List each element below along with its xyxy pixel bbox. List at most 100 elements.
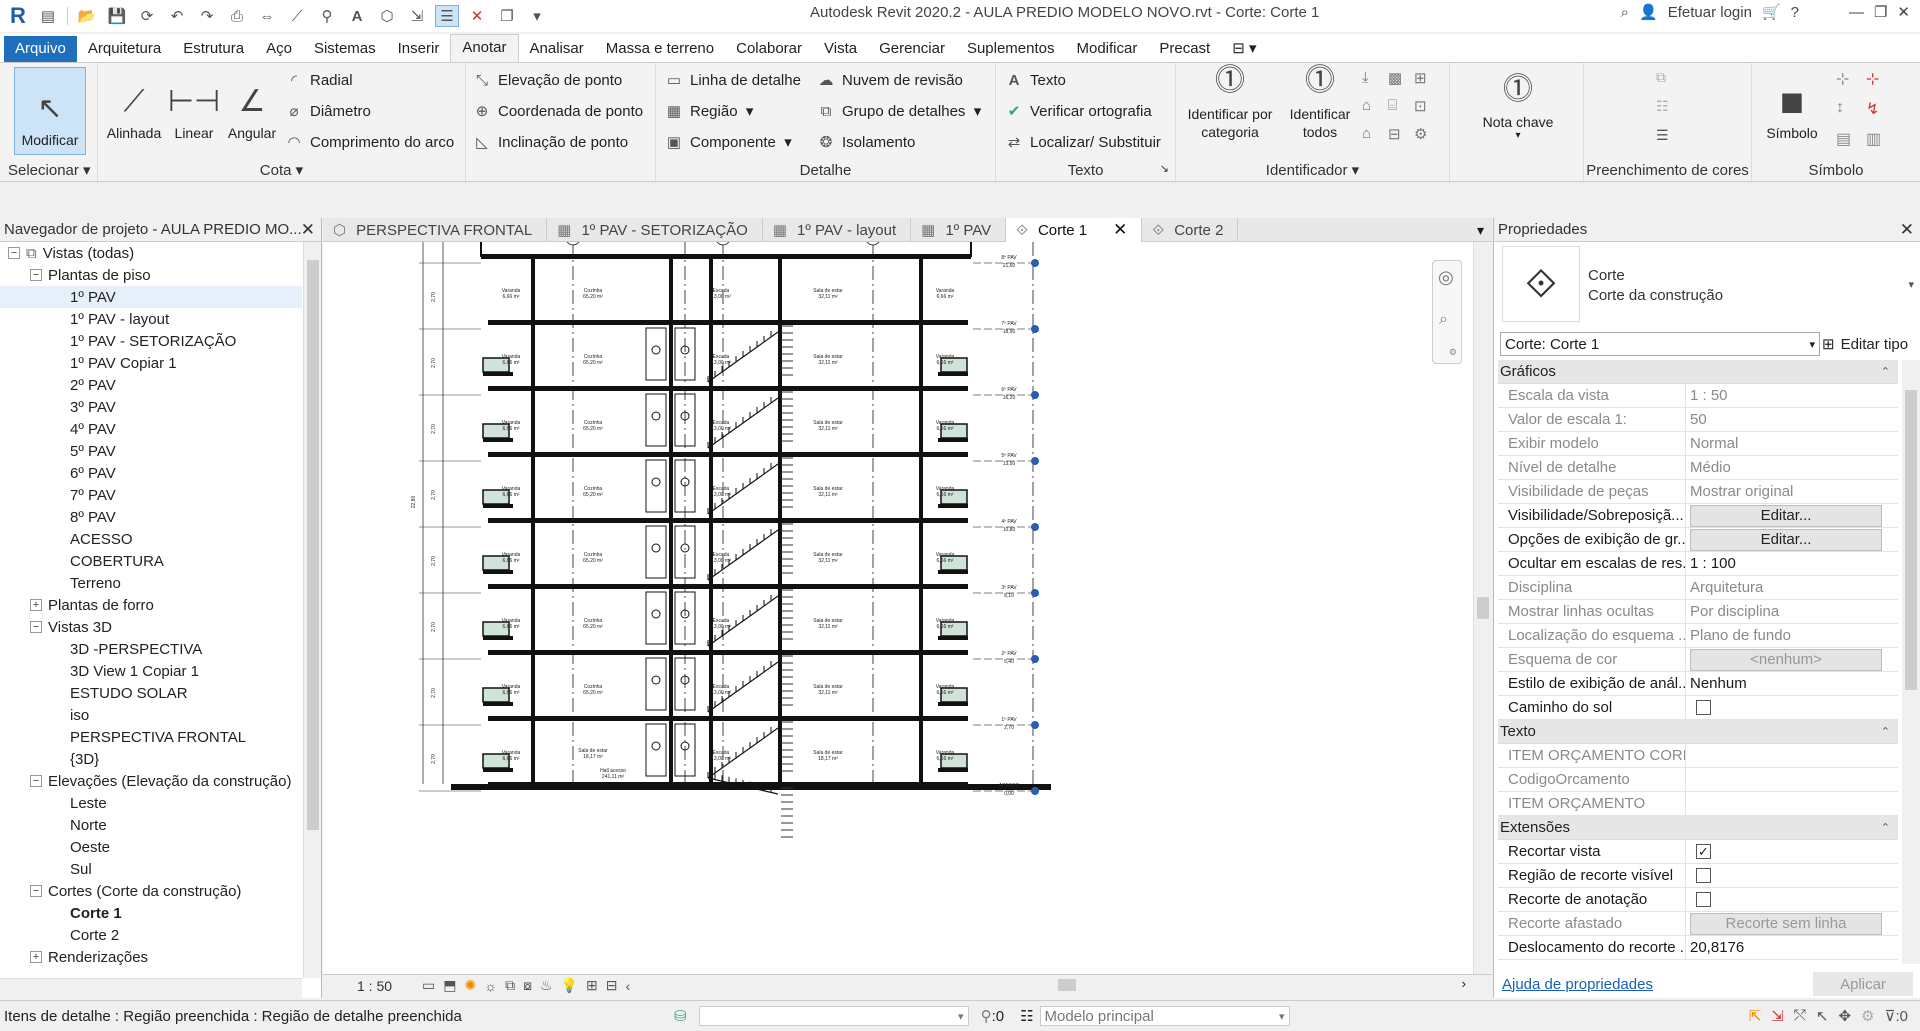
properties-help-link[interactable]: Ajuda de propriedades bbox=[1502, 976, 1653, 993]
tab-precast[interactable]: Precast bbox=[1148, 36, 1221, 62]
property-value[interactable]: Plano de fundo bbox=[1686, 624, 1898, 647]
visual-style-icon[interactable]: ⬒ bbox=[443, 977, 456, 994]
type-selector[interactable]: Corte Corte da construção bbox=[1588, 266, 1723, 306]
tag-icon[interactable]: ⚲ bbox=[315, 5, 339, 27]
modify-button[interactable]: ↖ Modificar bbox=[14, 67, 86, 155]
property-checkbox[interactable] bbox=[1696, 700, 1711, 715]
tree-item[interactable]: + Renderizações bbox=[0, 946, 302, 968]
property-button[interactable]: Editar... bbox=[1690, 504, 1882, 527]
instance-filter-dropdown[interactable]: Corte: Corte 1 ▾ bbox=[1500, 332, 1820, 356]
scroll-right-icon[interactable]: › bbox=[1462, 976, 1466, 991]
collapse-icon[interactable]: − bbox=[8, 247, 20, 259]
property-value[interactable]: Normal bbox=[1686, 432, 1898, 455]
tab-arquivo[interactable]: Arquivo bbox=[4, 36, 77, 62]
tree-item[interactable]: 1º PAV Copiar 1 bbox=[0, 352, 302, 374]
component-button[interactable]: ▣ Componente ▾ bbox=[664, 131, 792, 153]
detail-group-button[interactable]: ⧉ Grupo de detalhes ▾ bbox=[816, 100, 982, 122]
stair-tag-icon[interactable]: ⊟ bbox=[1388, 125, 1414, 143]
text-icon[interactable]: A bbox=[345, 5, 369, 27]
collapse-section-icon[interactable]: ⌃ bbox=[1881, 725, 1890, 738]
tree-item[interactable]: Norte bbox=[0, 814, 302, 836]
tab-analisar[interactable]: Analisar bbox=[519, 36, 595, 62]
tree-item[interactable]: 2º PAV bbox=[0, 374, 302, 396]
close-icon[interactable]: ✕ bbox=[1897, 3, 1910, 21]
multi-category-icon[interactable]: ⤓ bbox=[1362, 69, 1388, 87]
tree-item[interactable]: PERSPECTIVA FRONTAL bbox=[0, 726, 302, 748]
tree-item[interactable]: COBERTURA bbox=[0, 550, 302, 572]
tab-a-o[interactable]: Aço bbox=[255, 36, 303, 62]
tree-item[interactable]: Corte 2 bbox=[0, 924, 302, 946]
select-links-icon[interactable]: ⇱ bbox=[1749, 1007, 1762, 1025]
tree-item[interactable]: − Cortes (Corte da construção) bbox=[0, 880, 302, 902]
tree-item[interactable]: Leste bbox=[0, 792, 302, 814]
spot-elevation-button[interactable]: ⤡ Elevação de ponto bbox=[472, 69, 622, 91]
reveal-hidden-icon[interactable]: 💡 bbox=[561, 977, 578, 994]
dialog-launcher-icon[interactable]: ↘ bbox=[1160, 162, 1169, 175]
rebar-icon[interactable]: ▥ bbox=[1866, 129, 1896, 149]
tree-item[interactable]: − Elevações (Elevação da construção) bbox=[0, 770, 302, 792]
redo-icon[interactable]: ↷ bbox=[195, 5, 219, 27]
property-value[interactable] bbox=[1686, 744, 1898, 767]
property-value[interactable]: Arquitetura bbox=[1686, 576, 1898, 599]
temp-hide-icon[interactable]: ♨ bbox=[540, 977, 553, 994]
background-processes-icon[interactable]: ⚙ bbox=[1861, 1007, 1874, 1025]
open-icon[interactable]: 📂 bbox=[75, 5, 99, 27]
find-replace-button[interactable]: ⇄ Localizar/ Substituir bbox=[1004, 131, 1161, 153]
tree-item[interactable]: 3º PAV bbox=[0, 396, 302, 418]
tree-item[interactable]: 3D -PERSPECTIVA bbox=[0, 638, 302, 660]
duct-legend-icon[interactable]: ☷ bbox=[1656, 98, 1669, 115]
view-ref-icon[interactable]: ⊡ bbox=[1414, 97, 1440, 115]
stair-path-icon[interactable]: ↯ bbox=[1866, 99, 1896, 119]
canvas-vscroll[interactable] bbox=[1473, 242, 1492, 974]
zoom-icon[interactable]: ⌕ bbox=[1439, 311, 1448, 329]
tree-item[interactable]: − ⧉ Vistas (todas) bbox=[0, 242, 302, 264]
view-tab[interactable]: ⬡ PERSPECTIVA FRONTAL bbox=[323, 218, 548, 242]
property-value[interactable]: 1 : 50 bbox=[1686, 384, 1898, 407]
view-tab[interactable]: ⟐ Corte 1 ✕ bbox=[1006, 218, 1143, 242]
tab-estrutura[interactable]: Estrutura bbox=[172, 36, 255, 62]
tree-item[interactable]: 7º PAV bbox=[0, 484, 302, 506]
tab-gerenciar[interactable]: Gerenciar bbox=[868, 36, 956, 62]
fabric-icon[interactable]: ▤ bbox=[1836, 129, 1866, 149]
select-panel-label[interactable]: Selecionar ▾ bbox=[0, 161, 97, 179]
print-icon[interactable]: ⎙ bbox=[225, 5, 249, 27]
tree-item[interactable]: 4º PAV bbox=[0, 418, 302, 440]
tab-colaborar[interactable]: Colaborar bbox=[725, 36, 813, 62]
collapse-icon[interactable]: − bbox=[30, 775, 42, 787]
spot-coordinate-button[interactable]: ⊕ Coordenada de ponto bbox=[472, 100, 643, 122]
tree-item[interactable]: ACESSO bbox=[0, 528, 302, 550]
close-tab-icon[interactable]: ✕ bbox=[1113, 220, 1127, 240]
view-tab[interactable]: ⟐ Corte 2 bbox=[1142, 218, 1239, 242]
user-icon[interactable]: 👤 bbox=[1639, 3, 1658, 21]
region-button[interactable]: ▦ Região ▾ bbox=[664, 100, 754, 122]
maximize-icon[interactable]: ❐ bbox=[1874, 3, 1887, 21]
temp-properties-icon[interactable]: ⊞ bbox=[586, 977, 598, 994]
dimension-panel-label[interactable]: Cota ▾ bbox=[98, 161, 465, 179]
tree-item[interactable]: Terreno bbox=[0, 572, 302, 594]
tab-sistemas[interactable]: Sistemas bbox=[303, 36, 387, 62]
diameter-dim-button[interactable]: ⌀ Diâmetro bbox=[284, 100, 370, 122]
tab-anotar[interactable]: Anotar bbox=[450, 34, 519, 62]
new-file-icon[interactable]: ▤ bbox=[36, 5, 60, 27]
keynote-button[interactable]: ⓵ Nota chave ▾ bbox=[1474, 67, 1562, 147]
design-options-icon[interactable]: ☷ bbox=[1020, 1007, 1033, 1025]
property-section[interactable]: Gráficos ⌃ bbox=[1498, 360, 1898, 384]
property-button[interactable]: Recorte sem linha bbox=[1690, 912, 1882, 935]
editing-requests-icon[interactable]: ⚲ bbox=[981, 1007, 992, 1025]
show-crop-icon[interactable]: ⧇ bbox=[523, 977, 532, 994]
property-value[interactable] bbox=[1686, 768, 1898, 791]
section-icon[interactable]: ⇲ bbox=[405, 5, 429, 27]
insulation-button[interactable]: ❂ Isolamento bbox=[816, 131, 916, 153]
property-value[interactable]: Médio bbox=[1686, 456, 1898, 479]
canvas-hscroll[interactable]: › bbox=[676, 976, 1466, 994]
drag-elements-icon[interactable]: ✥ bbox=[1838, 1007, 1851, 1025]
workset-dropdown[interactable]: ▾ bbox=[698, 1006, 969, 1026]
tree-item[interactable]: ESTUDO SOLAR bbox=[0, 682, 302, 704]
select-pinned-icon[interactable]: ⤲ bbox=[1794, 1007, 1806, 1025]
tabs-dropdown-icon[interactable]: ▾ bbox=[1469, 218, 1492, 241]
tree-item[interactable]: 5º PAV bbox=[0, 440, 302, 462]
tab-modificar[interactable]: Modificar bbox=[1066, 36, 1149, 62]
collapse-icon[interactable]: − bbox=[30, 885, 42, 897]
beam-tag-icon[interactable]: ⌂ bbox=[1362, 125, 1388, 143]
spelling-button[interactable]: ✔ Verificar ortografia bbox=[1004, 100, 1152, 122]
